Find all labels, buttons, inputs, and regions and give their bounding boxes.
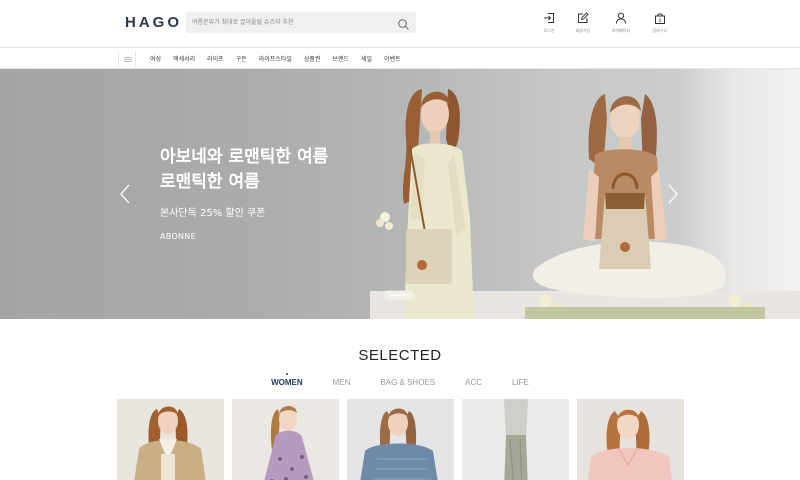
nav-item[interactable]: 라이프 — [207, 54, 224, 63]
hero-banner[interactable]: 아보네와 로맨틱한 여름 로맨틱한 여름 본사단독 25% 할인 쿠폰 ABON… — [0, 69, 800, 319]
hero-title-line1: 아보네와 로맨틱한 여름 — [160, 147, 329, 167]
product-image[interactable] — [232, 399, 339, 480]
user-icon — [606, 12, 636, 24]
cart-button[interactable]: 0 장바구니 — [645, 12, 675, 34]
model-sitting-image — [525, 94, 765, 319]
nav-item[interactable]: 액세서리 — [173, 54, 195, 63]
login-label: 로그인 — [543, 28, 555, 33]
product-image[interactable] — [577, 399, 684, 480]
tab-life[interactable]: LIFE — [512, 378, 529, 387]
edit-icon — [568, 12, 598, 24]
mypage-button[interactable]: 마이페이지 — [606, 12, 636, 34]
join-label: 회원가입 — [575, 28, 591, 33]
site-logo[interactable]: HAGO — [125, 14, 182, 31]
nav-item[interactable]: 여성 — [150, 54, 161, 63]
nav-item[interactable]: 브랜드 — [332, 54, 349, 63]
tab-acc[interactable]: ACC — [465, 378, 482, 387]
login-button[interactable]: 로그인 — [534, 12, 564, 34]
nav-item[interactable]: 세일 — [361, 54, 372, 63]
selected-tabs: WOMEN MEN BAG & SHOES ACC LIFE — [0, 373, 800, 387]
hero-brand: ABONNE — [160, 232, 196, 241]
hero-title-line2: 로맨틱한 여름 — [160, 172, 260, 192]
nav-item[interactable]: 라이프스타일 — [259, 54, 292, 63]
svg-text:0: 0 — [659, 18, 662, 24]
search-input[interactable] — [192, 15, 392, 30]
slide-pager[interactable] — [384, 290, 414, 300]
join-button[interactable]: 회원가입 — [568, 12, 598, 34]
cart-label: 장바구니 — [652, 28, 668, 33]
tab-men[interactable]: MEN — [333, 378, 351, 387]
category-nav: 여성 액세서리 라이프 구든 라이프스타일 상품권 브랜드 세일 이벤트 — [0, 47, 800, 69]
bag-icon: 0 — [645, 12, 675, 24]
nav-item[interactable]: 이벤트 — [384, 54, 401, 63]
hero-subtitle: 본사단독 25% 할인 쿠폰 — [160, 208, 266, 219]
hero-title: 아보네와 로맨틱한 여름 로맨틱한 여름 — [160, 145, 390, 195]
nav-item[interactable]: 상품권 — [304, 54, 321, 63]
site-header: HAGO 로그인 회원가입 — [0, 0, 800, 46]
product-image[interactable] — [117, 399, 224, 480]
tab-bag-shoes[interactable]: BAG & SHOES — [380, 378, 435, 387]
search-icon[interactable] — [397, 16, 410, 30]
section-title: SELECTED — [358, 347, 442, 364]
product-image[interactable] — [347, 399, 454, 480]
login-icon — [534, 12, 564, 24]
product-list — [117, 399, 684, 480]
product-image[interactable] — [462, 399, 569, 480]
mypage-label: 마이페이지 — [611, 28, 631, 33]
tab-women[interactable]: WOMEN — [271, 373, 303, 387]
menu-icon[interactable] — [118, 51, 136, 67]
chevron-right-icon[interactable] — [666, 182, 680, 206]
nav-item[interactable]: 구든 — [236, 54, 247, 63]
chevron-left-icon[interactable] — [118, 182, 132, 206]
search-bar — [186, 12, 416, 33]
